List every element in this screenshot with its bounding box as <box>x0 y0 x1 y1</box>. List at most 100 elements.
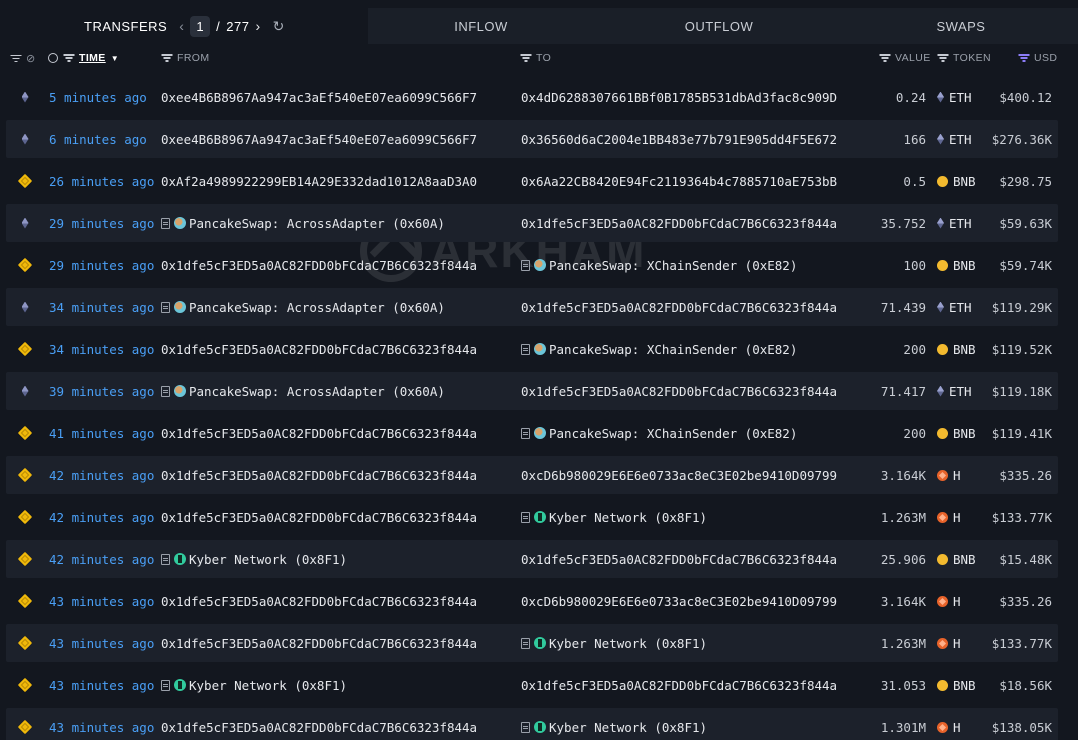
token-cell[interactable]: ETH <box>937 118 972 160</box>
tab-outflow[interactable]: OUTFLOW <box>594 8 844 44</box>
time-link[interactable]: 42 minutes ago <box>49 538 154 580</box>
table-row[interactable]: 34 minutes ago 0x1dfe5cF3ED5a0AC82FDD0bFC… <box>0 328 1078 370</box>
to-address[interactable]: PancakeSwap: XChainSender (0xE82) <box>521 412 797 454</box>
to-address[interactable]: 0xcD6b980029E6E6e0733ac8eC3E02be9410D097… <box>521 454 837 496</box>
to-address[interactable]: PancakeSwap: XChainSender (0xE82) <box>521 244 797 286</box>
to-address[interactable]: 0xcD6b980029E6E6e0733ac8eC3E02be9410D097… <box>521 580 837 622</box>
to-address[interactable]: 0x1dfe5cF3ED5a0AC82FDD0bFCdaC7B6C6323f84… <box>521 538 837 580</box>
table-row[interactable]: 29 minutes ago PancakeSwap: AcrossAdapter… <box>0 202 1078 244</box>
time-link[interactable]: 34 minutes ago <box>49 286 154 328</box>
time-link[interactable]: 42 minutes ago <box>49 454 154 496</box>
to-address[interactable]: Kyber Network (0x8F1) <box>521 706 707 740</box>
to-address[interactable]: Kyber Network (0x8F1) <box>521 622 707 664</box>
tab-inflow[interactable]: INFLOW <box>368 8 594 44</box>
to-address[interactable]: 0x4dD6288307661BBf0B1785B531dbAd3fac8c90… <box>521 76 837 118</box>
time-filter-icon[interactable] <box>63 54 74 62</box>
column-value[interactable]: VALUE <box>895 52 931 64</box>
time-link[interactable]: 43 minutes ago <box>49 622 154 664</box>
from-address[interactable]: 0x1dfe5cF3ED5a0AC82FDD0bFCdaC7B6C6323f84… <box>161 496 477 538</box>
token-cell[interactable]: ETH <box>937 370 972 412</box>
from-address[interactable]: Kyber Network (0x8F1) <box>161 538 347 580</box>
refresh-icon[interactable]: ↻ <box>273 18 285 35</box>
time-link[interactable]: 5 minutes ago <box>49 76 147 118</box>
token-filter-icon[interactable] <box>937 54 948 62</box>
column-from[interactable]: FROM <box>177 52 210 64</box>
table-row[interactable]: 39 minutes ago PancakeSwap: AcrossAdapter… <box>0 370 1078 412</box>
to-address[interactable]: 0x1dfe5cF3ED5a0AC82FDD0bFCdaC7B6C6323f84… <box>521 370 837 412</box>
from-address[interactable]: 0x1dfe5cF3ED5a0AC82FDD0bFCdaC7B6C6323f84… <box>161 454 477 496</box>
time-link[interactable]: 29 minutes ago <box>49 244 154 286</box>
from-address[interactable]: 0xAf2a4989922299EB14A29E332dad1012A8aaD3… <box>161 160 477 202</box>
from-address[interactable]: PancakeSwap: AcrossAdapter (0x60A) <box>161 202 445 244</box>
table-row[interactable]: 6 minutes ago 0xee4B6B8967Aa947ac3aEf540e… <box>0 118 1078 160</box>
to-address[interactable]: 0x36560d6aC2004e1BB483e77b791E905dd4F5E6… <box>521 118 837 160</box>
column-token[interactable]: TOKEN <box>953 52 991 64</box>
from-address[interactable]: 0x1dfe5cF3ED5a0AC82FDD0bFCdaC7B6C6323f84… <box>161 412 477 454</box>
time-link[interactable]: 43 minutes ago <box>49 664 154 706</box>
to-address[interactable]: PancakeSwap: XChainSender (0xE82) <box>521 328 797 370</box>
usd-filter-icon[interactable] <box>1018 54 1029 62</box>
from-address[interactable]: 0x1dfe5cF3ED5a0AC82FDD0bFCdaC7B6C6323f84… <box>161 244 477 286</box>
token-cell[interactable]: H <box>937 496 961 538</box>
token-cell[interactable]: BNB <box>937 328 976 370</box>
token-cell[interactable]: BNB <box>937 538 976 580</box>
to-address[interactable]: 0x1dfe5cF3ED5a0AC82FDD0bFCdaC7B6C6323f84… <box>521 664 837 706</box>
table-row[interactable]: 42 minutes ago 0x1dfe5cF3ED5a0AC82FDD0bFC… <box>0 496 1078 538</box>
time-link[interactable]: 39 minutes ago <box>49 370 154 412</box>
tab-transfers[interactable]: TRANSFERS ‹ 1 / 277 › ↻ <box>0 8 368 44</box>
to-filter-icon[interactable] <box>520 54 531 62</box>
table-row[interactable]: 34 minutes ago PancakeSwap: AcrossAdapter… <box>0 286 1078 328</box>
to-address[interactable]: Kyber Network (0x8F1) <box>521 496 707 538</box>
time-link[interactable]: 43 minutes ago <box>49 706 154 740</box>
from-address[interactable]: 0xee4B6B8967Aa947ac3aEf540eE07ea6099C566… <box>161 76 477 118</box>
column-usd[interactable]: USD <box>1034 52 1057 64</box>
column-to[interactable]: TO <box>536 52 551 64</box>
from-address[interactable]: 0x1dfe5cF3ED5a0AC82FDD0bFCdaC7B6C6323f84… <box>161 706 477 740</box>
time-link[interactable]: 42 minutes ago <box>49 496 154 538</box>
time-link[interactable]: 43 minutes ago <box>49 580 154 622</box>
table-row[interactable]: 26 minutes ago 0xAf2a4989922299EB14A29E33… <box>0 160 1078 202</box>
from-address[interactable]: PancakeSwap: AcrossAdapter (0x60A) <box>161 370 445 412</box>
table-row[interactable]: 42 minutes ago 0x1dfe5cF3ED5a0AC82FDD0bFC… <box>0 454 1078 496</box>
table-row[interactable]: 43 minutes ago 0x1dfe5cF3ED5a0AC82FDD0bFC… <box>0 580 1078 622</box>
from-address[interactable]: 0x1dfe5cF3ED5a0AC82FDD0bFCdaC7B6C6323f84… <box>161 328 477 370</box>
token-cell[interactable]: BNB <box>937 664 976 706</box>
table-row[interactable]: 43 minutes ago 0x1dfe5cF3ED5a0AC82FDD0bFC… <box>0 622 1078 664</box>
table-row[interactable]: 43 minutes ago 0x1dfe5cF3ED5a0AC82FDD0bFC… <box>0 706 1078 740</box>
token-cell[interactable]: ETH <box>937 76 972 118</box>
from-address[interactable]: Kyber Network (0x8F1) <box>161 664 347 706</box>
token-cell[interactable]: ETH <box>937 286 972 328</box>
clock-icon[interactable] <box>48 53 58 63</box>
filter-icon[interactable] <box>10 55 21 63</box>
from-address[interactable]: PancakeSwap: AcrossAdapter (0x60A) <box>161 286 445 328</box>
table-row[interactable]: 42 minutes ago Kyber Network (0x8F1) 0x1df… <box>0 538 1078 580</box>
table-row[interactable]: 41 minutes ago 0x1dfe5cF3ED5a0AC82FDD0bFC… <box>0 412 1078 454</box>
chevron-left-icon[interactable]: ‹ <box>179 18 184 34</box>
table-row[interactable]: 29 minutes ago 0x1dfe5cF3ED5a0AC82FDD0bFC… <box>0 244 1078 286</box>
from-address[interactable]: 0x1dfe5cF3ED5a0AC82FDD0bFCdaC7B6C6323f84… <box>161 580 477 622</box>
table-row[interactable]: 43 minutes ago Kyber Network (0x8F1) 0x1df… <box>0 664 1078 706</box>
to-address[interactable]: 0x6Aa22CB8420E94Fc2119364b4c7885710aE753… <box>521 160 837 202</box>
column-time[interactable]: TIME <box>79 52 106 64</box>
time-link[interactable]: 29 minutes ago <box>49 202 154 244</box>
from-address[interactable]: 0x1dfe5cF3ED5a0AC82FDD0bFCdaC7B6C6323f84… <box>161 622 477 664</box>
token-cell[interactable]: BNB <box>937 244 976 286</box>
token-cell[interactable]: H <box>937 622 961 664</box>
to-address[interactable]: 0x1dfe5cF3ED5a0AC82FDD0bFCdaC7B6C6323f84… <box>521 286 837 328</box>
time-link[interactable]: 26 minutes ago <box>49 160 154 202</box>
time-link[interactable]: 6 minutes ago <box>49 118 147 160</box>
chevron-right-icon[interactable]: › <box>255 18 260 34</box>
value-filter-icon[interactable] <box>879 54 890 62</box>
time-link[interactable]: 34 minutes ago <box>49 328 154 370</box>
from-filter-icon[interactable] <box>161 54 172 62</box>
sort-down-icon[interactable]: ▼ <box>111 54 119 63</box>
table-row[interactable]: 5 minutes ago 0xee4B6B8967Aa947ac3aEf540e… <box>0 76 1078 118</box>
token-cell[interactable]: BNB <box>937 160 976 202</box>
token-cell[interactable]: H <box>937 580 961 622</box>
token-cell[interactable]: BNB <box>937 412 976 454</box>
link-icon[interactable]: ⊘ <box>26 52 36 65</box>
token-cell[interactable]: H <box>937 454 961 496</box>
page-number-input[interactable]: 1 <box>190 15 211 37</box>
token-cell[interactable]: H <box>937 706 961 740</box>
from-address[interactable]: 0xee4B6B8967Aa947ac3aEf540eE07ea6099C566… <box>161 118 477 160</box>
